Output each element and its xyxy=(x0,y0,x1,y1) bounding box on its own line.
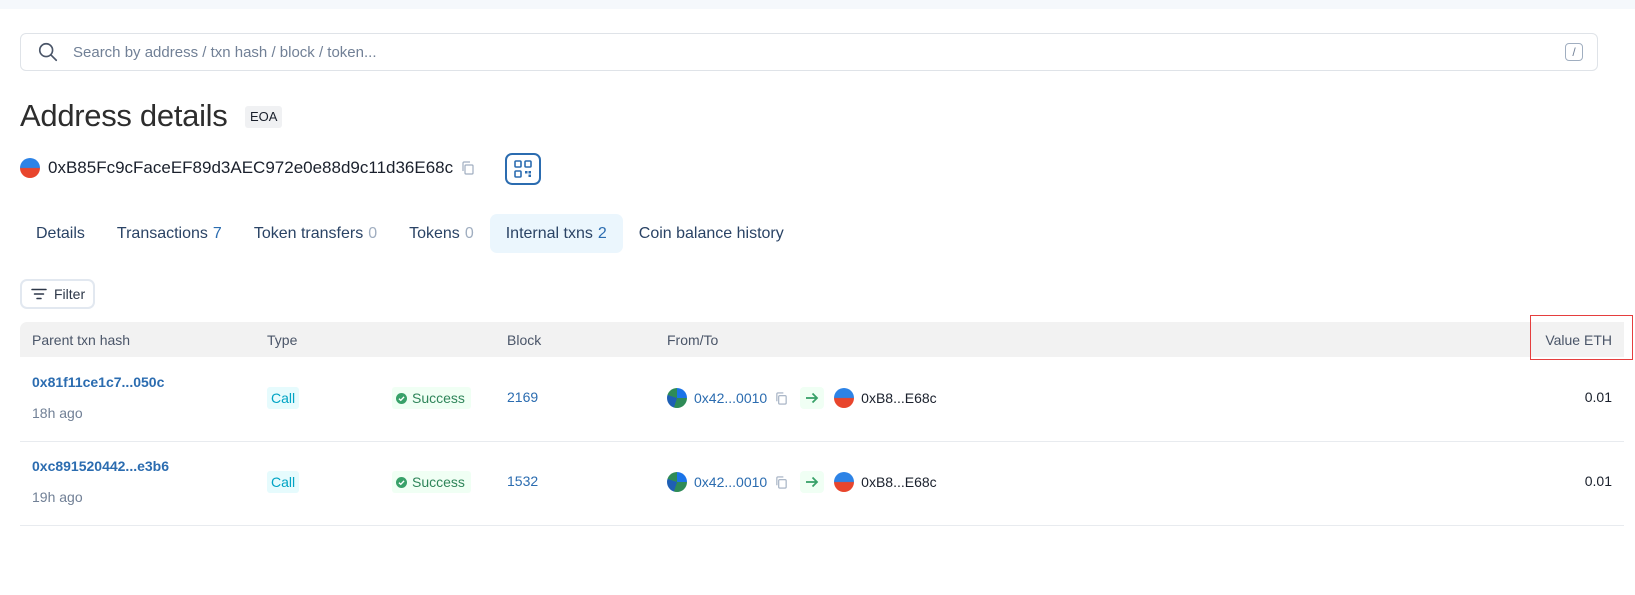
value-eth: 0.01 xyxy=(1584,389,1612,405)
search-shortcut-badge: / xyxy=(1565,43,1583,61)
filter-label: Filter xyxy=(54,286,86,302)
status-label: Success xyxy=(412,390,465,406)
copy-icon[interactable] xyxy=(461,161,475,175)
filter-icon xyxy=(31,288,47,300)
table-row: 0x81f11ce1c7...050c 18h ago Call Success… xyxy=(20,357,1624,442)
page-title: Address details xyxy=(20,98,228,133)
header-parent-txn-hash: Parent txn hash xyxy=(32,332,131,348)
tab-label: Transactions xyxy=(116,224,208,242)
copy-icon[interactable] xyxy=(775,475,788,489)
table-header: Parent txn hash Type Block From/To Value… xyxy=(20,322,1624,357)
from-address-link[interactable]: 0x42...0010 xyxy=(694,474,767,490)
tab-details[interactable]: Details xyxy=(20,214,101,253)
to-address: 0xB8...E68c xyxy=(861,474,937,490)
tab-count: 0 xyxy=(464,224,474,242)
header-block: Block xyxy=(507,332,542,348)
address-row: 0xB85Fc9cFaceEF89d3AEC972e0e88d9c11d36E6… xyxy=(20,158,475,178)
tab-label: Token transfers xyxy=(253,224,364,242)
tab-token-transfers[interactable]: Token transfers 0 xyxy=(238,214,393,253)
status-badge: Success xyxy=(392,471,471,493)
txn-age: 19h ago xyxy=(32,489,83,505)
tab-count: 0 xyxy=(368,224,378,242)
copy-icon[interactable] xyxy=(775,391,788,405)
header-type: Type xyxy=(267,332,298,348)
filter-button[interactable]: Filter xyxy=(20,279,95,309)
arrow-right-icon xyxy=(800,387,825,409)
from-avatar xyxy=(667,472,687,492)
tab-label: Details xyxy=(36,224,85,242)
tab-internal-txns[interactable]: Internal txns 2 xyxy=(489,214,623,253)
txn-age: 18h ago xyxy=(32,405,83,421)
status-label: Success xyxy=(412,474,465,490)
to-address: 0xB8...E68c xyxy=(861,390,937,406)
search-input[interactable] xyxy=(71,36,1565,68)
check-circle-icon xyxy=(396,476,407,488)
status-badge: Success xyxy=(392,387,471,409)
check-circle-icon xyxy=(396,392,407,404)
tab-count: 2 xyxy=(597,224,607,242)
from-to-cell: 0x42...0010 0xB8...E68c xyxy=(667,387,937,409)
arrow-right-icon xyxy=(800,471,825,493)
block-link[interactable]: 2169 xyxy=(507,389,538,405)
to-avatar xyxy=(834,472,855,492)
address-hash[interactable]: 0xB85Fc9cFaceEF89d3AEC972e0e88d9c11d36E6… xyxy=(48,158,453,178)
top-strip xyxy=(0,0,1635,9)
address-avatar xyxy=(20,158,40,178)
qr-code-button[interactable] xyxy=(505,153,541,185)
header-from-to: From/To xyxy=(667,332,719,348)
search-icon xyxy=(38,42,58,62)
tab-coin-balance-history[interactable]: Coin balance history xyxy=(623,214,800,253)
tab-tokens[interactable]: Tokens 0 xyxy=(393,214,490,253)
to-avatar xyxy=(834,388,855,408)
tab-bar: Details Transactions 7 Token transfers 0… xyxy=(20,214,800,253)
eoa-badge: EOA xyxy=(245,106,283,128)
type-badge: Call xyxy=(267,387,300,409)
from-address-link[interactable]: 0x42...0010 xyxy=(694,390,767,406)
value-eth: 0.01 xyxy=(1584,473,1612,489)
table-row: 0xc891520442...e3b6 19h ago Call Success… xyxy=(20,441,1624,526)
tab-label: Internal txns xyxy=(505,224,593,242)
type-badge: Call xyxy=(267,471,300,493)
tab-count: 7 xyxy=(212,224,222,242)
tab-transactions[interactable]: Transactions 7 xyxy=(101,214,238,253)
parent-txn-hash-link[interactable]: 0xc891520442...e3b6 xyxy=(32,458,169,474)
tab-label: Coin balance history xyxy=(638,224,784,242)
qr-code-icon xyxy=(514,160,532,178)
highlight-box xyxy=(1530,315,1633,360)
search-bar[interactable]: / xyxy=(20,33,1598,71)
from-to-cell: 0x42...0010 0xB8...E68c xyxy=(667,471,937,493)
from-avatar xyxy=(667,388,687,408)
block-link[interactable]: 1532 xyxy=(507,473,538,489)
parent-txn-hash-link[interactable]: 0x81f11ce1c7...050c xyxy=(32,374,164,390)
tab-label: Tokens xyxy=(409,224,460,242)
